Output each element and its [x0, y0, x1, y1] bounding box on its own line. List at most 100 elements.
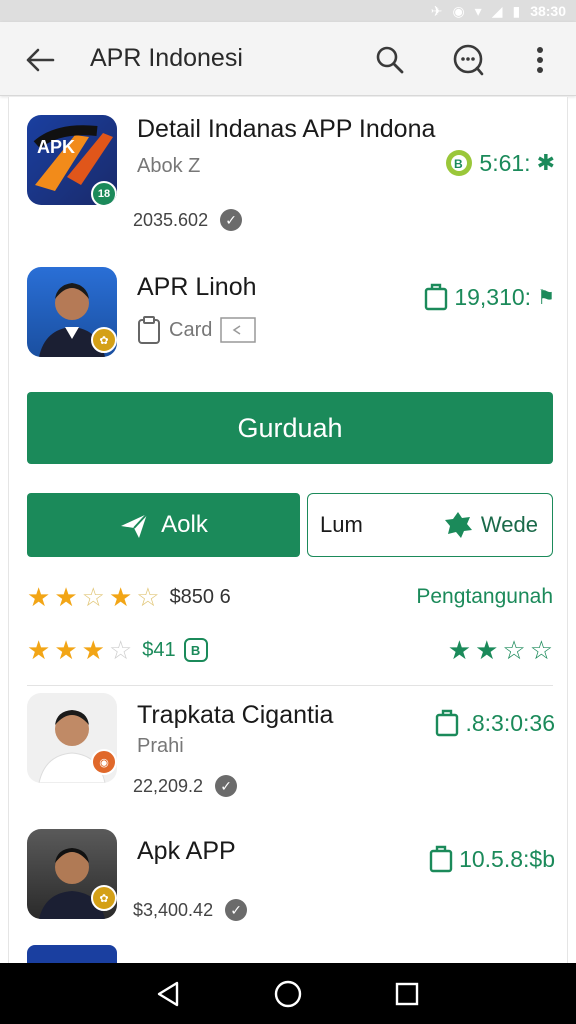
b-badge-icon: B	[183, 638, 208, 662]
price-text: 10.5.8:$b	[459, 845, 555, 872]
app-price: .8:3:0:36	[435, 709, 555, 737]
star-empty-icon: ☆	[108, 635, 133, 665]
count-text: 2035.602	[133, 209, 209, 230]
circle-home-icon	[274, 980, 302, 1007]
verified-icon: ✓	[220, 209, 243, 231]
list-item[interactable]: ✿ Apk APP 10.5.8:$b $3,400.42 ✓	[9, 829, 567, 929]
more-options-button[interactable]	[520, 40, 560, 80]
rating-value: $41	[142, 638, 176, 661]
rating-row: ★ ★ ☆ ★ ☆ $850 6 Pengtangunah	[27, 581, 553, 613]
back-arrow-icon	[26, 48, 55, 72]
page-title: APR Indonesi	[90, 44, 243, 72]
card-icon	[220, 317, 257, 343]
app-bar: APR Indonesi	[0, 22, 576, 96]
star-filled-icon: ★	[27, 635, 51, 665]
app-icon: ✿	[27, 829, 117, 919]
leaf-badge-icon	[444, 512, 472, 538]
star-empty-icon: ☆	[81, 582, 105, 612]
app-subtitle-row: Card	[137, 315, 257, 345]
star-rating: ★ ★ ★ ☆	[27, 637, 132, 663]
status-icons: ✈ ◉ ▾ ◢ ▮ 38:30	[431, 0, 566, 22]
list-item[interactable]: APK 18 Detail Indanas APP Indona Abok Z …	[9, 115, 567, 235]
app-subtitle: Prahi	[137, 735, 184, 757]
list-item-partial[interactable]	[9, 945, 567, 963]
list-item[interactable]: ✿ APR Linoh Card 19,310: ⚑	[9, 267, 567, 359]
star-empty-icon: ☆	[502, 634, 526, 665]
star-filled-icon: ★	[54, 582, 78, 612]
star-filled-icon: ★	[108, 582, 133, 612]
app-price: 10.5.8:$b	[429, 845, 555, 873]
primary-download-button[interactable]: Gurduah	[27, 392, 553, 464]
app-icon	[27, 945, 117, 963]
back-button[interactable]	[20, 40, 60, 80]
app-badge: ✿	[91, 885, 117, 911]
battery-icon: ▮	[512, 2, 521, 19]
secondary-left-label: Lum	[320, 512, 363, 537]
list-item[interactable]: ◉ Trapkata Cigantia Prahi .8:3:0:36 22,2…	[9, 693, 567, 803]
bag-icon	[436, 709, 459, 737]
secondary-right-label: Wede	[480, 512, 538, 537]
nav-home-button[interactable]	[268, 974, 308, 1014]
price-text: .8:3:0:36	[465, 709, 555, 736]
app-icon: ◉	[27, 693, 117, 783]
add-button[interactable]: Aolk	[27, 493, 300, 557]
app-badge: ✿	[91, 327, 117, 353]
svg-text:APK: APK	[37, 137, 75, 157]
wifi-icon: ▾	[474, 2, 482, 19]
svg-text:B: B	[454, 157, 463, 171]
app-count: 2035.602 ✓	[133, 209, 243, 231]
app-count: 22,209.2 ✓	[133, 775, 238, 797]
app-icon: ✿	[27, 267, 117, 357]
green-star-rating[interactable]: ★ ★ ☆ ☆	[448, 635, 553, 666]
nav-back-button[interactable]	[149, 974, 189, 1014]
add-button-label: Aolk	[161, 511, 208, 538]
star-empty-icon: ☆	[136, 582, 160, 612]
triangle-back-icon	[158, 981, 179, 1006]
app-name: Detail Indanas APP Indona	[137, 115, 436, 143]
star-rating: ★ ★ ☆ ★ ☆	[27, 584, 160, 610]
rating-row: ★ ★ ★ ☆ $41 B ★ ★ ☆ ☆	[27, 634, 553, 666]
search-button[interactable]	[370, 40, 410, 80]
system-nav-bar	[0, 963, 576, 1024]
gear-icon: ✱	[536, 150, 555, 175]
app-count: $3,400.42 ✓	[133, 899, 248, 921]
app-badge: ◉	[91, 749, 117, 775]
chat-button[interactable]	[448, 40, 488, 80]
flag-icon: ⚑	[537, 286, 555, 309]
more-vert-icon	[537, 47, 543, 73]
search-icon	[376, 46, 404, 74]
nav-recents-button[interactable]	[387, 974, 427, 1014]
app-name: APR Linoh	[137, 273, 257, 301]
count-text: $3,400.42	[133, 899, 214, 920]
chat-icon	[453, 44, 484, 76]
main-content: APK 18 Detail Indanas APP Indona Abok Z …	[8, 97, 568, 963]
clipboard-icon	[138, 316, 160, 344]
star-filled-icon: ★	[54, 635, 78, 665]
sparkle-plane-icon	[121, 513, 148, 538]
count-text: 22,209.2	[133, 775, 204, 796]
age-badge: 18	[91, 181, 117, 205]
bag-icon	[425, 283, 448, 311]
subtitle-text: Card	[169, 318, 213, 341]
app-subtitle: Abok Z	[137, 155, 201, 177]
square-recents-icon	[395, 982, 418, 1005]
secondary-button[interactable]: Lum Wede	[307, 493, 553, 557]
app-price: B 5:61: ✱	[445, 149, 555, 177]
status-bar: ✈ ◉ ▾ ◢ ▮ 38:30	[0, 0, 576, 22]
app-name: Apk APP	[137, 837, 236, 865]
divider	[27, 685, 553, 686]
status-time: 38:30	[530, 3, 566, 19]
star-filled-icon: ★	[81, 635, 105, 665]
star-filled-icon: ★	[475, 634, 499, 665]
bag-icon	[429, 845, 453, 873]
app-price: 19,310: ⚑	[424, 283, 555, 311]
signal-icon: ◢	[491, 2, 503, 19]
price-text: 19,310:	[454, 283, 532, 310]
verified-icon: ✓	[225, 899, 248, 921]
coin-icon: B	[446, 150, 473, 176]
notification-icon: ✈	[430, 2, 443, 19]
app-name: Trapkata Cigantia	[137, 701, 334, 729]
rating-label-link[interactable]: Pengtangunah	[416, 585, 553, 609]
verified-icon: ✓	[215, 775, 238, 797]
star-filled-icon: ★	[27, 582, 51, 612]
